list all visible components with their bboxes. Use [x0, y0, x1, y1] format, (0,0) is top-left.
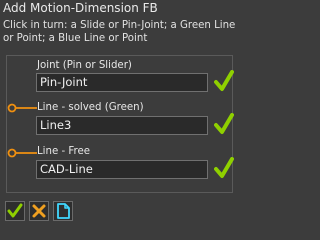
line-free-connector-icon	[7, 148, 37, 158]
ok-button[interactable]	[5, 201, 25, 221]
line-connector-icon	[7, 103, 37, 113]
dialog-instructions: Click in turn: a Slide or Pin-Joint; a G…	[3, 20, 236, 44]
line-solved-field[interactable]: Line3	[36, 116, 208, 135]
joint-check-icon	[214, 70, 234, 91]
joint-field-label: Joint (Pin or Slider)	[37, 60, 132, 71]
close-icon	[32, 204, 46, 218]
dialog-title: Add Motion-Dimension FB	[3, 1, 158, 15]
motion-dimension-dialog: Add Motion-Dimension FB Click in turn: a…	[0, 0, 240, 240]
new-button[interactable]	[53, 201, 73, 221]
document-icon	[57, 203, 70, 219]
joint-field[interactable]: Pin-Joint	[36, 73, 208, 92]
line-free-check-icon	[214, 157, 234, 178]
line-free-field[interactable]: CAD-Line	[36, 160, 208, 179]
line-solved-check-icon	[214, 113, 234, 134]
check-icon	[7, 203, 23, 218]
line-solved-field-label: Line - solved (Green)	[37, 102, 144, 113]
cancel-button[interactable]	[29, 201, 49, 221]
line-free-field-label: Line - Free	[37, 146, 91, 157]
